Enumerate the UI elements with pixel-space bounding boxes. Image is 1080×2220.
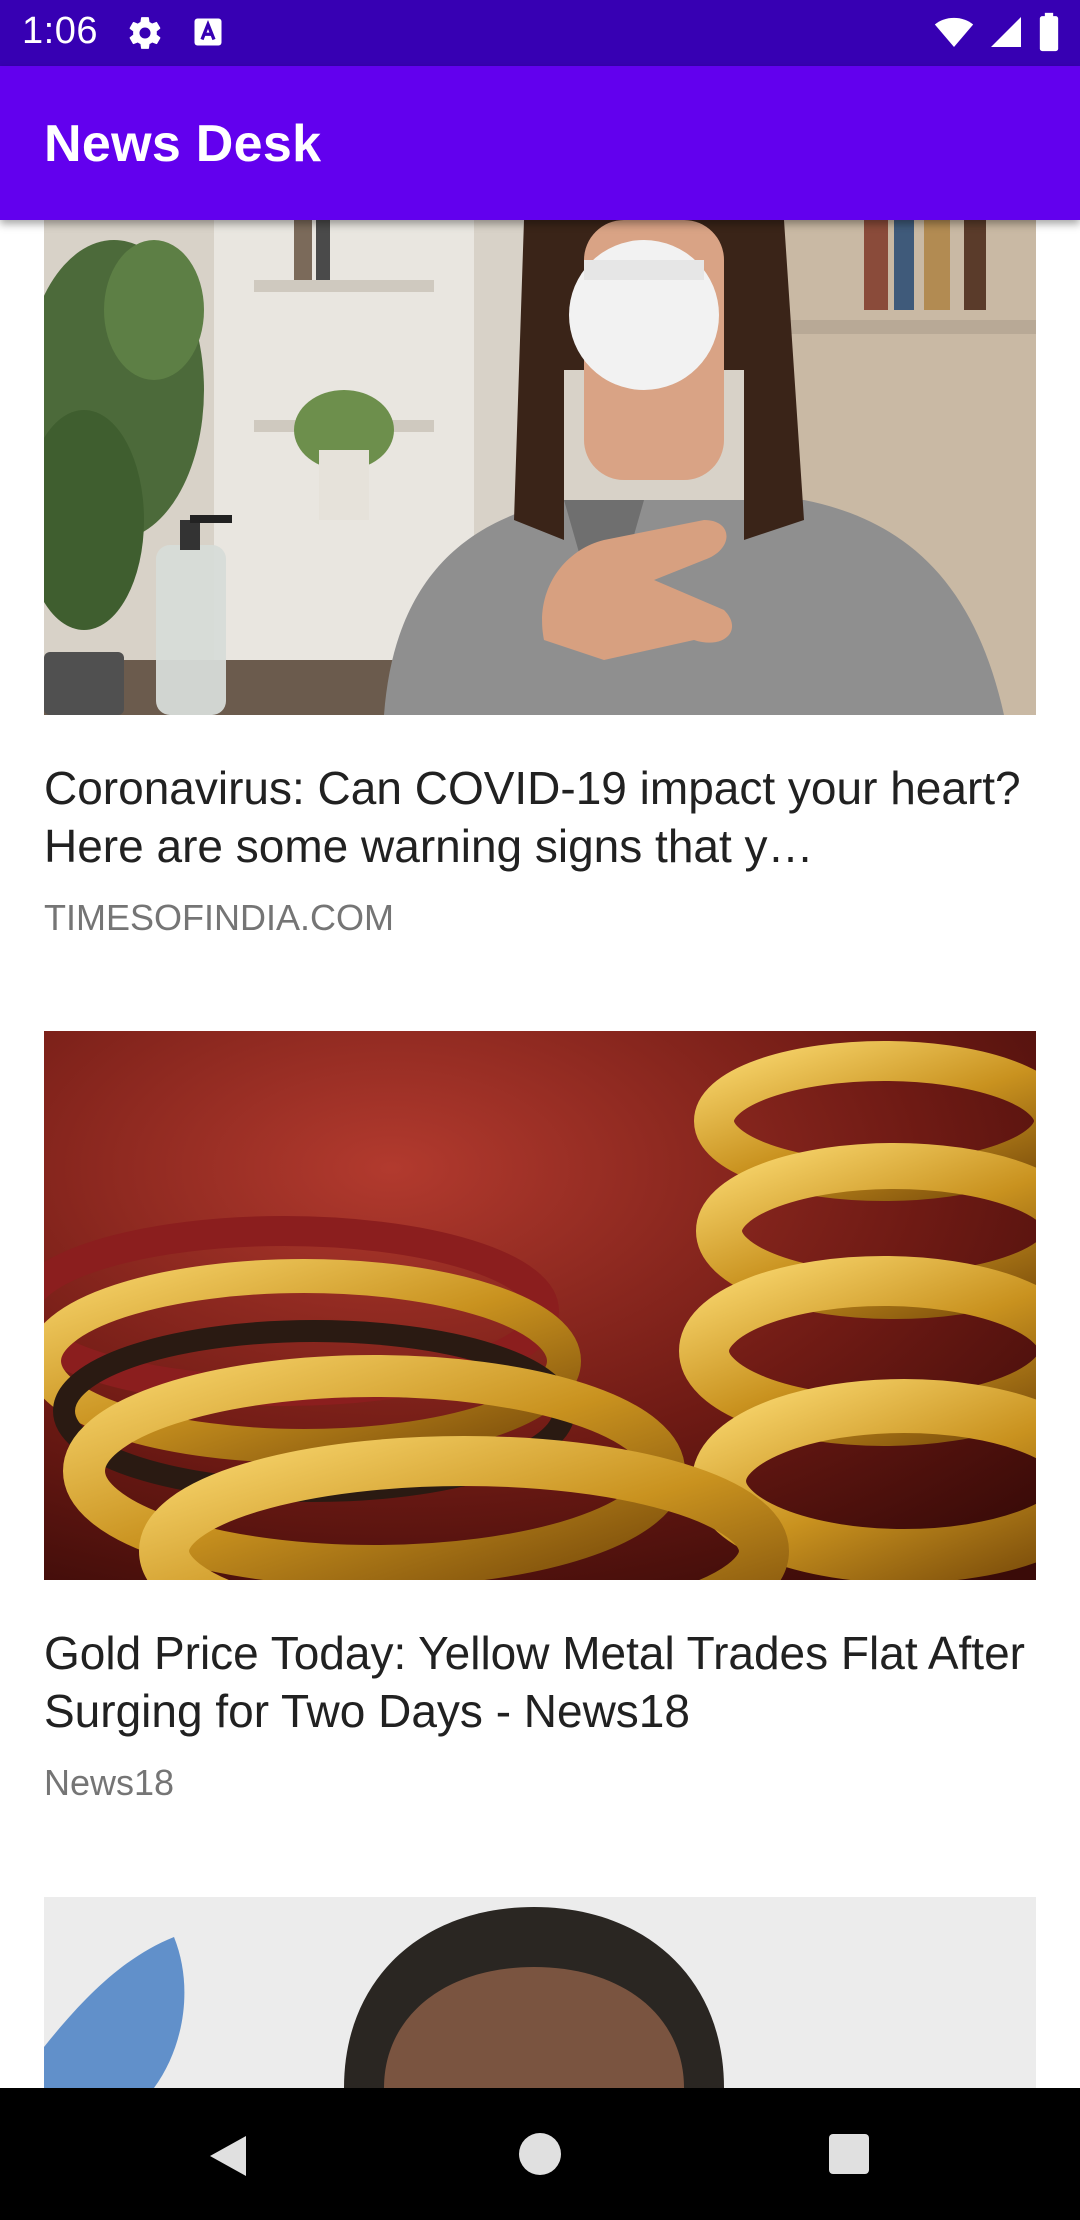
article-card[interactable]: Coronavirus: Can COVID-19 impact your he… bbox=[44, 220, 1036, 939]
text-a-icon bbox=[194, 18, 222, 46]
back-icon[interactable] bbox=[206, 2132, 250, 2180]
article-image[interactable] bbox=[44, 1897, 1036, 2088]
battery-icon bbox=[1039, 12, 1059, 52]
article-image[interactable] bbox=[44, 1031, 1036, 1580]
wifi-icon bbox=[934, 17, 974, 47]
navigation-bar bbox=[0, 2088, 1080, 2220]
status-icons bbox=[934, 12, 1060, 52]
article-card[interactable]: Gold Price Today: Yellow Metal Trades Fl… bbox=[44, 1031, 1036, 1804]
news-feed[interactable]: Coronavirus: Can COVID-19 impact your he… bbox=[0, 220, 1080, 2088]
article-source: TIMESOFINDIA.COM bbox=[44, 897, 394, 938]
app-bar: News Desk bbox=[0, 66, 1080, 220]
article-image[interactable] bbox=[44, 220, 1036, 715]
signal-icon bbox=[991, 17, 1021, 47]
status-time: 1:06 bbox=[22, 10, 98, 52]
home-icon[interactable] bbox=[519, 2133, 561, 2175]
article-title[interactable]: Gold Price Today: Yellow Metal Trades Fl… bbox=[44, 1624, 1036, 1740]
app-title: News Desk bbox=[44, 115, 322, 173]
article-card[interactable] bbox=[44, 1897, 1036, 2088]
recents-icon[interactable] bbox=[829, 2134, 869, 2174]
article-title[interactable]: Coronavirus: Can COVID-19 impact your he… bbox=[44, 759, 1036, 875]
status-bar: 1:06 bbox=[0, 0, 1080, 66]
article-source: News18 bbox=[44, 1762, 175, 1803]
settings-gear-icon bbox=[129, 17, 161, 49]
